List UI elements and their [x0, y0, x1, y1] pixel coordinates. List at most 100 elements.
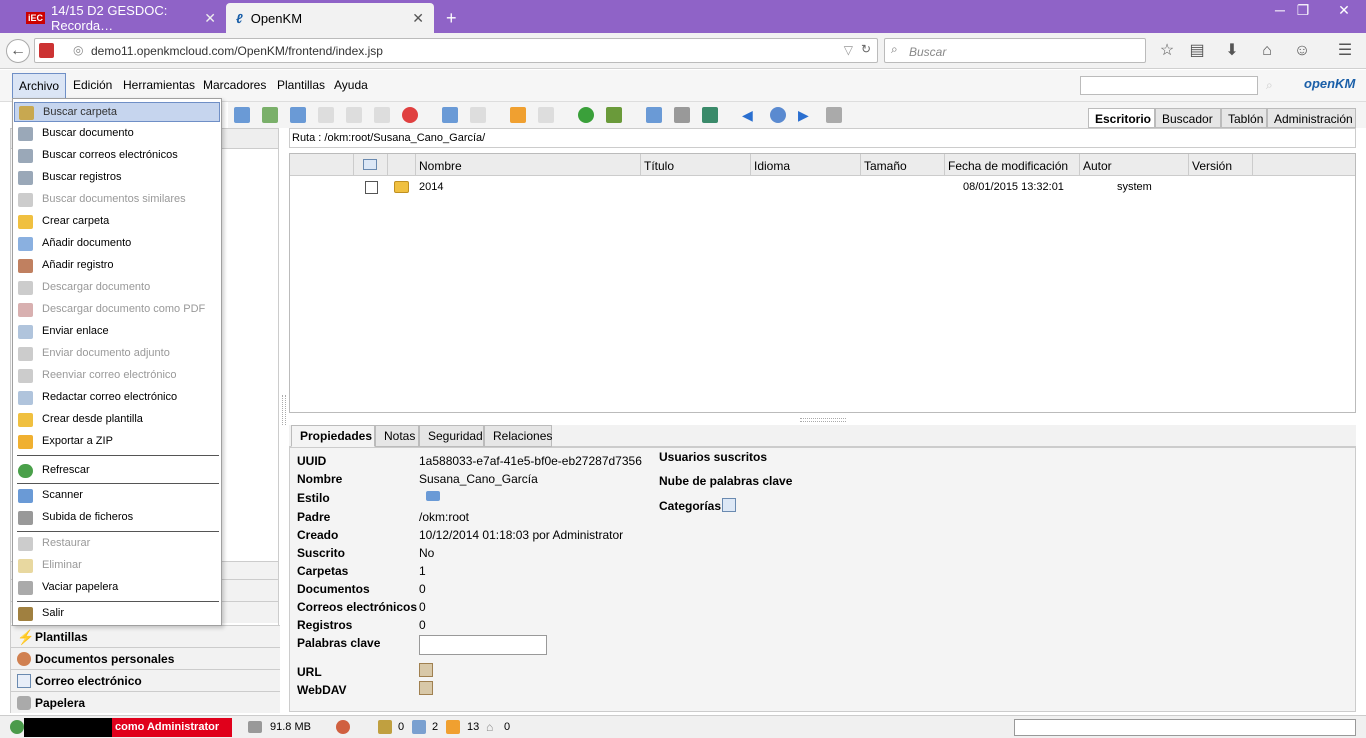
menu-herramientas[interactable]: Herramientas — [123, 78, 195, 92]
menu-item-restaurar[interactable]: Restaurar — [14, 534, 220, 554]
tab-administracion[interactable]: Administración — [1267, 108, 1356, 128]
tag-icon[interactable]: ⌂ — [486, 720, 500, 734]
close-window-icon[interactable]: ✕ — [1326, 2, 1362, 19]
menu-item-anadir-registro[interactable]: Añadir registro — [14, 256, 220, 276]
menu-marcadores[interactable]: Marcadores — [203, 78, 266, 92]
row-checkbox[interactable] — [365, 181, 378, 194]
user-session-icon[interactable] — [336, 720, 350, 734]
tab-relaciones[interactable]: Relaciones — [484, 425, 552, 447]
menu-archivo[interactable]: Archivo — [12, 73, 67, 99]
quick-search-input[interactable] — [1080, 76, 1258, 95]
copy-url-icon[interactable] — [419, 663, 433, 677]
maximize-icon[interactable]: ❐ — [1291, 2, 1315, 19]
scanner-icon[interactable] — [646, 107, 662, 123]
menu-item-buscar-carpeta[interactable]: Buscar carpeta — [14, 102, 220, 122]
home-folder-icon[interactable] — [606, 107, 622, 123]
reload-icon[interactable]: ↻ — [861, 42, 871, 56]
menu-ayuda[interactable]: Ayuda — [334, 78, 368, 92]
print-icon[interactable] — [674, 107, 690, 123]
stack-correo-electronico[interactable]: Correo electrónico — [11, 669, 280, 691]
menu-item-buscar-documento[interactable]: Buscar documento — [14, 124, 220, 144]
reading-list-icon[interactable]: ▤ — [1187, 41, 1207, 61]
menu-item-buscar-correos[interactable]: Buscar correos electrónicos — [14, 146, 220, 166]
menu-item-enviar-enlace[interactable]: Enviar enlace — [14, 322, 220, 342]
menu-item-descargar-documento[interactable]: Descargar documento — [14, 278, 220, 298]
menu-edicion[interactable]: Edición — [73, 78, 112, 92]
table-row[interactable]: 2014 08/01/2015 13:32:01 system — [290, 177, 1355, 197]
properties-icon[interactable] — [442, 107, 458, 123]
tab-tablon[interactable]: Tablón — [1221, 108, 1267, 128]
column-header[interactable] — [290, 154, 354, 176]
forward-arrow-icon[interactable]: ▶ — [798, 107, 814, 123]
stack-papelera[interactable]: Papelera — [11, 691, 280, 713]
menu-item-descargar-pdf[interactable]: Descargar documento como PDF — [14, 300, 220, 320]
image-icon[interactable] — [318, 107, 334, 123]
add-record-icon[interactable] — [262, 107, 278, 123]
menu-plantillas[interactable]: Plantillas — [277, 78, 325, 92]
browser-tab-gesdoc[interactable]: iEC 14/15 D2 GESDOC: Recorda… ✕ — [16, 3, 226, 33]
add-document-icon[interactable] — [290, 107, 306, 123]
column-header[interactable] — [388, 154, 416, 176]
search-input[interactable]: ⌕ Buscar — [884, 38, 1146, 63]
browser-tab-openkm[interactable]: ℓ OpenKM ✕ — [226, 3, 434, 33]
menu-item-crear-carpeta[interactable]: Crear carpeta — [14, 212, 220, 232]
column-tamano[interactable]: Tamaño — [861, 154, 945, 176]
menu-item-vaciar-papelera[interactable]: Vaciar papelera — [14, 578, 220, 598]
column-autor[interactable]: Autor — [1080, 154, 1189, 176]
lock-doc-icon[interactable] — [346, 107, 362, 123]
column-version[interactable]: Versión — [1189, 154, 1253, 176]
menu-item-subida-ficheros[interactable]: Subida de ficheros — [14, 508, 220, 528]
menu-item-reenviar-correo[interactable]: Reenviar correo electrónico — [14, 366, 220, 386]
menu-item-anadir-documento[interactable]: Añadir documento — [14, 234, 220, 254]
menu-item-salir[interactable]: Salir — [14, 604, 220, 624]
close-tab-icon[interactable]: ✕ — [412, 10, 424, 27]
menu-item-crear-desde-plantilla[interactable]: Crear desde plantilla — [14, 410, 220, 430]
back-arrow-icon[interactable]: ◀ — [742, 107, 758, 123]
chat-icon[interactable]: ☺ — [1292, 41, 1312, 61]
dropdown-arrow-icon[interactable]: ▽ — [844, 43, 853, 57]
back-icon[interactable]: ← — [6, 39, 30, 63]
menu-item-buscar-registros[interactable]: Buscar registros — [14, 168, 220, 188]
home-icon[interactable]: ⌂ — [1257, 41, 1277, 61]
unlock-doc-icon[interactable] — [374, 107, 390, 123]
stamp-icon[interactable] — [826, 107, 842, 123]
refresh-icon[interactable] — [578, 107, 594, 123]
keywords-input[interactable] — [419, 635, 547, 655]
new-tab-button[interactable]: + — [436, 3, 467, 33]
column-idioma[interactable]: Idioma — [751, 154, 861, 176]
bookmark-star-icon[interactable]: ☆ — [1157, 41, 1177, 61]
vertical-splitter[interactable] — [282, 395, 286, 425]
bookmark-icon[interactable] — [510, 107, 526, 123]
workflow-icon[interactable] — [470, 107, 486, 123]
url-bar[interactable]: ◎ demo11.openkmcloud.com/OpenKM/frontend… — [34, 38, 878, 63]
tab-seguridad[interactable]: Seguridad — [419, 425, 484, 447]
minimize-icon[interactable]: ─ — [1268, 2, 1292, 18]
edit-categories-icon[interactable] — [722, 498, 736, 512]
menu-item-enviar-adjunto[interactable]: Enviar documento adjunto — [14, 344, 220, 364]
menu-item-eliminar[interactable]: Eliminar — [14, 556, 220, 576]
menu-icon[interactable]: ☰ — [1335, 41, 1355, 61]
menu-item-exportar-zip[interactable]: Exportar a ZIP — [14, 432, 220, 452]
stack-plantillas[interactable]: ⚡ Plantillas — [11, 625, 280, 647]
locked-docs-icon[interactable] — [378, 720, 392, 734]
download-icon[interactable]: ⬇ — [1222, 41, 1242, 61]
horizontal-splitter[interactable] — [800, 418, 846, 422]
tab-notas[interactable]: Notas — [375, 425, 419, 447]
column-nombre[interactable]: Nombre — [416, 154, 641, 176]
upload-icon[interactable] — [702, 107, 718, 123]
menu-item-scanner[interactable]: Scanner — [14, 486, 220, 506]
column-select-all[interactable] — [354, 154, 388, 176]
menu-item-refrescar[interactable]: Refrescar — [14, 461, 220, 481]
column-fecha[interactable]: Fecha de modificación — [945, 154, 1080, 176]
menu-item-buscar-similares[interactable]: Buscar documentos similares — [14, 190, 220, 210]
close-tab-icon[interactable]: ✕ — [204, 10, 216, 27]
tab-buscador[interactable]: Buscador — [1155, 108, 1221, 128]
search-icon[interactable]: ⌕ — [1266, 78, 1273, 93]
tab-propiedades[interactable]: Propiedades — [291, 425, 375, 447]
tab-escritorio[interactable]: Escritorio — [1088, 108, 1155, 128]
checkout-docs-icon[interactable] — [412, 720, 426, 734]
history-icon[interactable] — [770, 107, 786, 123]
menu-item-redactar-correo[interactable]: Redactar correo electrónico — [14, 388, 220, 408]
copy-webdav-icon[interactable] — [419, 681, 433, 695]
mail-icon[interactable] — [234, 107, 250, 123]
